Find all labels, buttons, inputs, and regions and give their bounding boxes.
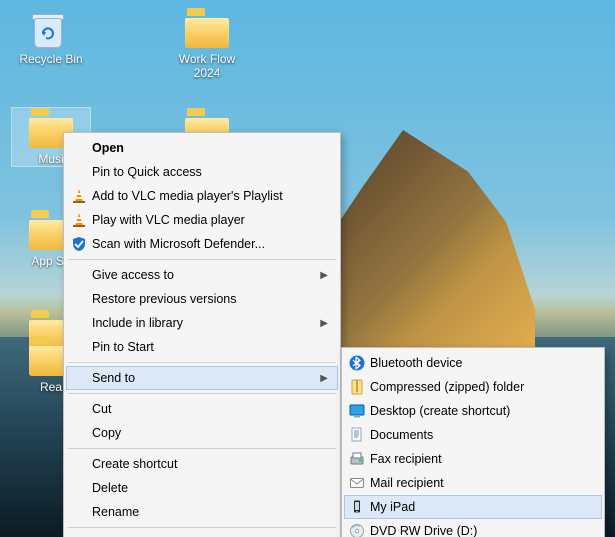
menu-item-label: Delete [92, 481, 128, 495]
menu-item-label: My iPad [370, 500, 415, 514]
menu-item-label: Copy [92, 426, 121, 440]
menu-item-label: Pin to Start [92, 340, 154, 354]
menu-separator [68, 393, 336, 394]
desktop-icon-folder[interactable]: Work Flow 2024 [168, 8, 246, 80]
menu-item[interactable]: Cut [66, 397, 338, 421]
menu-item-label: Bluetooth device [370, 356, 462, 370]
menu-item-label: Compressed (zipped) folder [370, 380, 524, 394]
menu-item[interactable]: Play with VLC media player [66, 208, 338, 232]
chevron-right-icon: ▶ [320, 373, 328, 384]
menu-item-label: Desktop (create shortcut) [370, 404, 510, 418]
menu-item[interactable]: Open [66, 136, 338, 160]
desktop[interactable]: Recycle BinWork Flow 2024MusiApp SeRea O… [0, 0, 615, 537]
chevron-right-icon: ▶ [320, 270, 328, 281]
chevron-right-icon: ▶ [320, 318, 328, 329]
recycle-bin-icon [28, 8, 74, 48]
menu-item[interactable]: Mail recipient [344, 471, 602, 495]
menu-item[interactable]: Include in library ▶ [66, 311, 338, 335]
menu-item[interactable]: Add to VLC media player's Playlist [66, 184, 338, 208]
menu-item-label: Rename [92, 505, 139, 519]
menu-separator [68, 259, 336, 260]
menu-item-label: Documents [370, 428, 433, 442]
menu-item[interactable]: Bluetooth device [344, 351, 602, 375]
menu-separator [68, 448, 336, 449]
menu-item-label: Open [92, 141, 124, 155]
menu-item[interactable]: Delete [66, 476, 338, 500]
desktop-icon [348, 402, 366, 420]
menu-item[interactable]: Scan with Microsoft Defender... [66, 232, 338, 256]
menu-item[interactable]: Send to ▶ [66, 366, 338, 390]
menu-separator [68, 362, 336, 363]
bluetooth-icon [348, 354, 366, 372]
desktop-icon-recycle-bin[interactable]: Recycle Bin [12, 8, 90, 66]
menu-item[interactable]: Restore previous versions [66, 287, 338, 311]
disc-icon [348, 522, 366, 537]
desktop-icon-label: Recycle Bin [12, 52, 90, 66]
menu-item[interactable]: Give access to ▶ [66, 263, 338, 287]
menu-item-label: Fax recipient [370, 452, 442, 466]
desktop-icon-label: Work Flow 2024 [168, 52, 246, 80]
defender-icon [70, 235, 88, 253]
sendto-submenu: Bluetooth device Compressed (zipped) fold… [341, 347, 605, 537]
menu-separator [68, 527, 336, 528]
menu-item-label: Give access to [92, 268, 174, 282]
menu-item[interactable]: Fax recipient [344, 447, 602, 471]
menu-item[interactable]: Compressed (zipped) folder [344, 375, 602, 399]
menu-item-label: Scan with Microsoft Defender... [92, 237, 265, 251]
menu-item-label: Include in library [92, 316, 183, 330]
documents-icon [348, 426, 366, 444]
menu-item-label: Pin to Quick access [92, 165, 202, 179]
menu-item[interactable]: Create shortcut [66, 452, 338, 476]
menu-item-label: Play with VLC media player [92, 213, 245, 227]
menu-item[interactable]: Rename [66, 500, 338, 524]
menu-item[interactable]: My iPad [344, 495, 602, 519]
folder-icon [184, 8, 230, 48]
menu-item[interactable]: DVD RW Drive (D:) [344, 519, 602, 537]
menu-item[interactable]: Pin to Start [66, 335, 338, 359]
device-icon [348, 498, 366, 516]
menu-item-label: Mail recipient [370, 476, 444, 490]
zip-icon [348, 378, 366, 396]
menu-item[interactable]: Copy [66, 421, 338, 445]
context-menu: Open Pin to Quick access Add to VLC media … [63, 132, 341, 537]
fax-icon [348, 450, 366, 468]
menu-item[interactable]: Documents [344, 423, 602, 447]
menu-item-label: DVD RW Drive (D:) [370, 524, 477, 537]
menu-item-label: Create shortcut [92, 457, 177, 471]
menu-item[interactable]: Properties [66, 531, 338, 537]
mail-icon [348, 474, 366, 492]
menu-item[interactable]: Desktop (create shortcut) [344, 399, 602, 423]
menu-item-label: Send to [92, 371, 135, 385]
menu-item[interactable]: Pin to Quick access [66, 160, 338, 184]
vlc-icon [70, 211, 88, 229]
vlc-icon [70, 187, 88, 205]
menu-item-label: Cut [92, 402, 111, 416]
menu-item-label: Add to VLC media player's Playlist [92, 189, 283, 203]
menu-item-label: Restore previous versions [92, 292, 237, 306]
